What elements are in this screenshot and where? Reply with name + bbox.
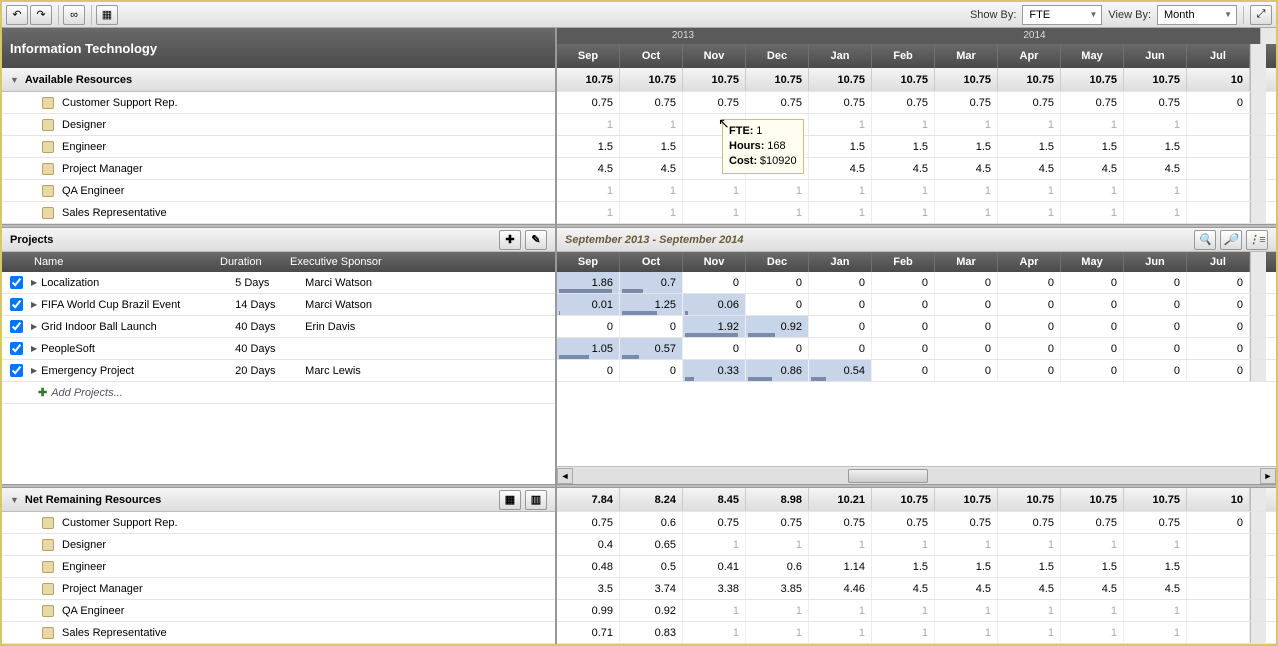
export-button[interactable]: ▦ xyxy=(96,5,118,25)
resource-row[interactable]: QA Engineer xyxy=(2,180,555,202)
undo-button[interactable]: ↶ xyxy=(6,5,28,25)
resource-row[interactable]: Sales Representative xyxy=(2,622,555,644)
project-data-row: 001.920.920000000 xyxy=(557,316,1276,338)
remaining-resources-header[interactable]: ▼ Net Remaining Resources ▦ ▥ xyxy=(2,488,555,512)
project-row[interactable]: ▶ Grid Indoor Ball Launch 40 Days Erin D… xyxy=(2,316,555,338)
person-icon xyxy=(42,539,54,551)
project-checkbox[interactable] xyxy=(10,342,23,355)
resource-row[interactable]: Engineer xyxy=(2,136,555,158)
project-checkbox[interactable] xyxy=(10,276,23,289)
grid-view-button[interactable]: ▦ xyxy=(499,490,521,510)
expand-icon[interactable]: ▶ xyxy=(31,278,37,287)
project-row[interactable]: ▶ Emergency Project 20 Days Marc Lewis xyxy=(2,360,555,382)
person-icon xyxy=(42,583,54,595)
resource-data-row: 4.54.54.54.54.54.54.54.54.5 xyxy=(557,158,1276,180)
resource-data-row: 0.990.9211111111 xyxy=(557,600,1276,622)
month-header: SepOctNovDecJanFebMarAprMayJunJul xyxy=(557,44,1276,68)
person-icon xyxy=(42,163,54,175)
project-checkbox[interactable] xyxy=(10,298,23,311)
project-data-row: 000.330.860.54000000 xyxy=(557,360,1276,382)
projects-range-header: September 2013 - September 2014 🔍 🔎 ⋮≡ xyxy=(557,228,1276,252)
show-by-label: Show By: xyxy=(970,9,1016,21)
person-icon xyxy=(42,119,54,131)
expand-button[interactable]: ⤢ xyxy=(1250,5,1272,25)
project-data-row: 1.050.57000000000 xyxy=(557,338,1276,360)
project-row[interactable]: ▶ Localization 5 Days Marci Watson xyxy=(2,272,555,294)
expand-icon[interactable]: ▶ xyxy=(31,344,37,353)
zoom-in-button[interactable]: 🔍 xyxy=(1194,230,1216,250)
resource-data-row: 0.480.50.410.61.141.51.51.51.51.5 xyxy=(557,556,1276,578)
main-toolbar: ↶ ↷ ∞ ▦ Show By: FTE View By: Month ⤢ xyxy=(2,2,1276,28)
person-icon xyxy=(42,141,54,153)
resource-data-row: 1.51.51.51.51.51.51.51.51.5 xyxy=(557,136,1276,158)
link-button[interactable]: ∞ xyxy=(63,5,85,25)
collapse-icon: ▼ xyxy=(10,495,19,505)
projects-header: Projects ✚ ✎ xyxy=(2,228,555,252)
person-icon xyxy=(42,97,54,109)
person-icon xyxy=(42,605,54,617)
view-by-dropdown[interactable]: Month xyxy=(1157,5,1237,25)
project-data-row: 1.860.7000000000 xyxy=(557,272,1276,294)
add-projects-row[interactable]: ✚Add Projects... xyxy=(2,382,555,404)
resource-data-row: 3.53.743.383.854.464.54.54.54.54.5 xyxy=(557,578,1276,600)
resource-row[interactable]: Engineer xyxy=(2,556,555,578)
settings-button[interactable]: ⋮≡ xyxy=(1246,230,1268,250)
resource-data-row: 0.750.750.750.750.750.750.750.750.750.75… xyxy=(557,92,1276,114)
resource-row[interactable]: QA Engineer xyxy=(2,600,555,622)
edit-project-button[interactable]: ✎ xyxy=(525,230,547,250)
resource-data-row: 11111111 xyxy=(557,114,1276,136)
resource-data-row: 0.40.6511111111 xyxy=(557,534,1276,556)
view-by-label: View By: xyxy=(1108,9,1151,21)
resource-data-row: 0.750.60.750.750.750.750.750.750.750.750 xyxy=(557,512,1276,534)
resource-row[interactable]: Customer Support Rep. xyxy=(2,92,555,114)
resource-row[interactable]: Sales Representative xyxy=(2,202,555,224)
project-row[interactable]: ▶ FIFA World Cup Brazil Event 14 Days Ma… xyxy=(2,294,555,316)
person-icon xyxy=(42,561,54,573)
remaining-total-row: 7.848.248.458.9810.2110.7510.7510.7510.7… xyxy=(557,488,1276,512)
resource-data-row: 0.710.8311111111 xyxy=(557,622,1276,644)
collapse-icon: ▼ xyxy=(10,75,19,85)
resource-row[interactable]: Customer Support Rep. xyxy=(2,512,555,534)
show-by-dropdown[interactable]: FTE xyxy=(1022,5,1102,25)
available-resources-header[interactable]: ▼ Available Resources xyxy=(2,68,555,92)
project-row[interactable]: ▶ PeopleSoft 40 Days xyxy=(2,338,555,360)
expand-icon[interactable]: ▶ xyxy=(31,300,37,309)
resource-data-row: 1111111111 xyxy=(557,202,1276,224)
project-checkbox[interactable] xyxy=(10,320,23,333)
available-total-row: 10.7510.7510.7510.7510.7510.7510.7510.75… xyxy=(557,68,1276,92)
project-data-row: 0.011.250.0600000000 xyxy=(557,294,1276,316)
resource-row[interactable]: Designer xyxy=(2,534,555,556)
person-icon xyxy=(42,627,54,639)
zoom-out-button[interactable]: 🔎 xyxy=(1220,230,1242,250)
redo-button[interactable]: ↷ xyxy=(30,5,52,25)
project-month-header: SepOctNovDecJanFebMarAprMayJunJul xyxy=(557,252,1276,272)
horizontal-scrollbar[interactable]: ◄► xyxy=(557,466,1276,484)
cell-tooltip: FTE: 1 Hours: 168 Cost: $10920 xyxy=(722,119,804,174)
resource-row[interactable]: Project Manager xyxy=(2,158,555,180)
mouse-cursor: ↖ xyxy=(718,115,730,132)
project-checkbox[interactable] xyxy=(10,364,23,377)
page-title: Information Technology xyxy=(2,28,555,68)
year-header: 2013 2014 xyxy=(557,28,1276,44)
add-project-button[interactable]: ✚ xyxy=(499,230,521,250)
person-icon xyxy=(42,517,54,529)
resource-row[interactable]: Project Manager xyxy=(2,578,555,600)
person-icon xyxy=(42,185,54,197)
chart-view-button[interactable]: ▥ xyxy=(525,490,547,510)
plus-icon: ✚ xyxy=(38,386,47,399)
person-icon xyxy=(42,207,54,219)
projects-column-header: Name Duration Executive Sponsor xyxy=(2,252,555,272)
expand-icon[interactable]: ▶ xyxy=(31,322,37,331)
resource-data-row: 1111111111 xyxy=(557,180,1276,202)
resource-row[interactable]: Designer xyxy=(2,114,555,136)
expand-icon[interactable]: ▶ xyxy=(31,366,37,375)
